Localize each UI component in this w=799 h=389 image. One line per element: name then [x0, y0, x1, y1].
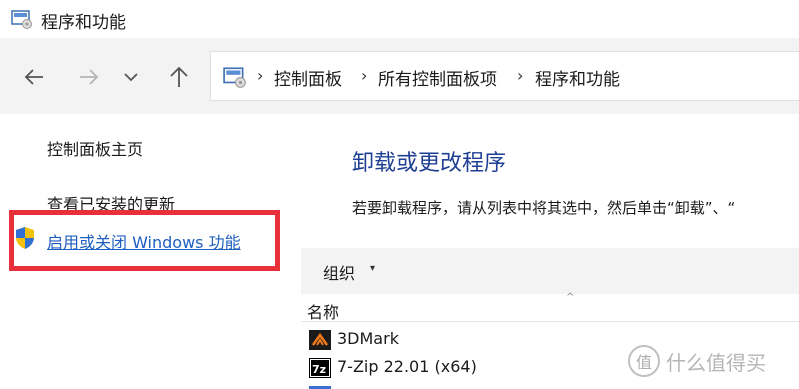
- watermark-logo: 值: [628, 345, 660, 377]
- arrow-up-icon: [170, 66, 188, 87]
- watermark-text: 什么值得买: [666, 350, 766, 375]
- title-bar: 程序和功能: [0, 0, 799, 38]
- program-name: 7-Zip 22.01 (x64): [337, 357, 477, 376]
- svg-text:7z: 7z: [312, 363, 326, 376]
- chevron-down-icon: [124, 73, 138, 82]
- watermark: 值 什么值得买: [628, 345, 766, 377]
- program-name: 3DMark: [337, 329, 399, 348]
- breadcrumb-programs-features[interactable]: 程序和功能: [535, 65, 620, 90]
- window-title: 程序和功能: [41, 13, 126, 33]
- column-divider: [301, 321, 799, 322]
- recent-locations-button[interactable]: [118, 64, 144, 90]
- up-button[interactable]: [166, 64, 192, 90]
- breadcrumb-all-items[interactable]: 所有控制面板项: [378, 65, 497, 90]
- organize-dropdown-icon[interactable]: ▾: [370, 263, 375, 274]
- breadcrumb-separator: ›: [361, 66, 368, 85]
- back-button[interactable]: [21, 64, 47, 90]
- forward-button[interactable]: [76, 64, 102, 90]
- program-list-toolbar: 组织 ▾: [301, 248, 799, 294]
- breadcrumb-separator: ›: [257, 66, 264, 85]
- breadcrumb-control-panel[interactable]: 控制面板: [274, 65, 342, 90]
- page-title: 卸载或更改程序: [352, 151, 507, 176]
- 7zip-icon: 7z: [309, 358, 331, 378]
- control-panel-home-link[interactable]: 控制面板主页: [47, 136, 143, 160]
- control-panel-icon: [223, 67, 246, 88]
- address-bar[interactable]: › 控制面板 › 所有控制面板项 › 程序和功能: [210, 51, 799, 101]
- highlight-box: [9, 210, 280, 271]
- control-panel-icon: [11, 10, 32, 29]
- breadcrumb-separator: ›: [517, 66, 524, 85]
- arrow-right-icon: [80, 69, 99, 85]
- arrow-left-icon: [24, 69, 43, 85]
- sort-ascending-icon: ^: [566, 292, 575, 303]
- page-description: 若要卸载程序，请从列表中将其选中，然后单击“卸载”、“: [352, 199, 736, 217]
- navigation-bar: › 控制面板 › 所有控制面板项 › 程序和功能: [0, 38, 799, 114]
- organize-button[interactable]: 组织: [323, 260, 355, 284]
- name-column-header[interactable]: 名称: [307, 299, 339, 323]
- 3dmark-icon: [309, 330, 331, 350]
